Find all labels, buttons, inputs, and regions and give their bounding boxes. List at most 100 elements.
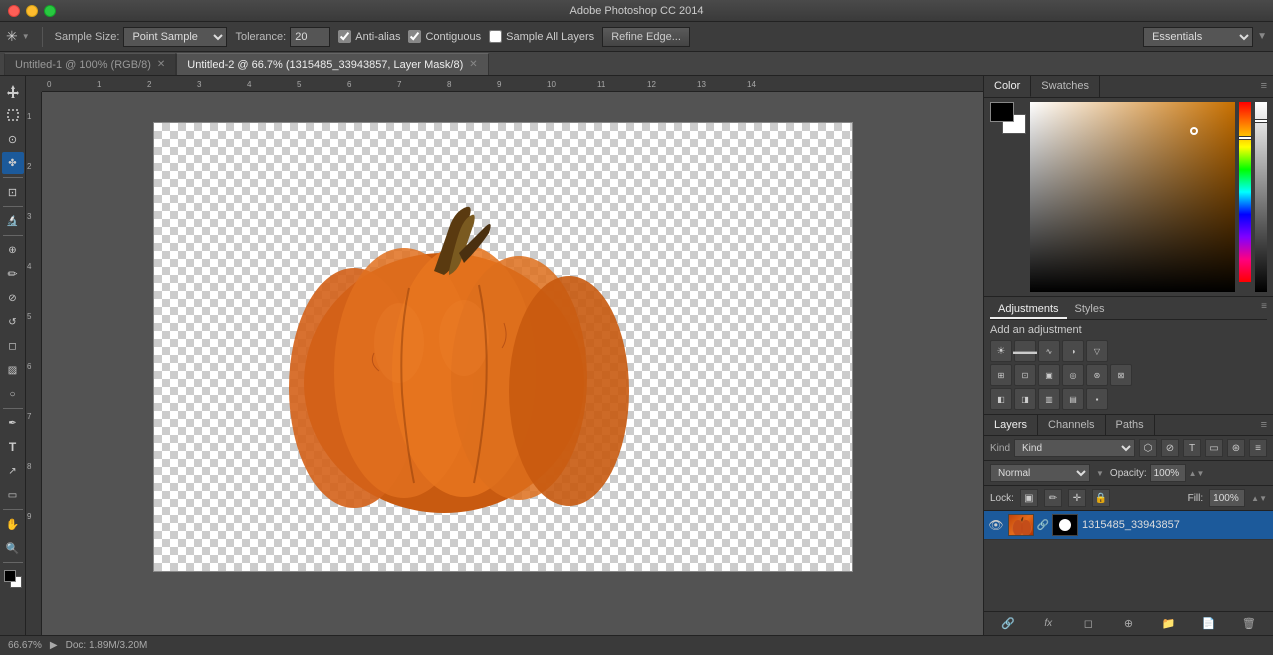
alpha-cursor <box>1254 119 1268 123</box>
eyedropper-tool[interactable]: 🔬 <box>2 210 24 232</box>
tab-close-2[interactable]: ✕ <box>469 59 477 70</box>
layers-filter-smart[interactable]: ⊛ <box>1227 439 1245 457</box>
sample-all-layers-checkbox[interactable] <box>489 30 502 43</box>
path-select-tool[interactable]: ↗ <box>2 460 24 482</box>
adj-brightness[interactable]: ☀ <box>990 340 1012 362</box>
fill-input[interactable] <box>1209 489 1245 507</box>
shape-tool[interactable]: ▭ <box>2 484 24 506</box>
hand-tool[interactable]: ✋ <box>2 513 24 535</box>
tab-layers[interactable]: Layers <box>984 415 1038 435</box>
tab-channels[interactable]: Channels <box>1038 415 1105 435</box>
anti-alias-checkbox[interactable] <box>338 30 351 43</box>
adj-color-balance[interactable]: ⊡ <box>1014 364 1036 386</box>
layers-mask-btn[interactable]: ◻ <box>1078 615 1098 633</box>
hue-slider[interactable] <box>1239 102 1251 282</box>
magic-wand-icon[interactable]: ✳ <box>6 28 18 45</box>
history-brush-tool[interactable]: ↺ <box>2 311 24 333</box>
healing-tool[interactable]: ⊕ <box>2 239 24 261</box>
layers-adjustment-btn[interactable]: ⊕ <box>1118 615 1138 633</box>
eraser-tool[interactable]: ◻ <box>2 335 24 357</box>
layers-trash-btn[interactable]: 🗑 <box>1239 615 1259 633</box>
fg-bg-color-swatch[interactable] <box>2 568 24 590</box>
pen-tool[interactable]: ✒ <box>2 412 24 434</box>
color-panel-collapse[interactable]: ≡ <box>1255 76 1273 97</box>
fg-bg-swatch[interactable] <box>990 102 1026 134</box>
workspace-select[interactable]: Essentials Photography <box>1143 27 1253 47</box>
text-tool[interactable]: T <box>2 436 24 458</box>
ruler-h-5: 5 <box>297 80 301 89</box>
lock-image-btn[interactable]: ✏ <box>1044 489 1062 507</box>
adj-photo-filter[interactable]: ◎ <box>1062 364 1084 386</box>
tab-untitled2[interactable]: Untitled-2 @ 66.7% (1315485_33943857, La… <box>176 53 488 75</box>
tolerance-input[interactable] <box>290 27 330 47</box>
layers-filter-pixel[interactable]: ⬡ <box>1139 439 1157 457</box>
clone-tool[interactable]: ⊘ <box>2 287 24 309</box>
opacity-input[interactable] <box>1150 464 1186 482</box>
layers-filter-adjust[interactable]: ⊘ <box>1161 439 1179 457</box>
color-gradient-picker[interactable] <box>1030 102 1235 292</box>
refine-edge-button[interactable]: Refine Edge... <box>602 27 690 47</box>
opacity-stepper[interactable]: ▲▼ <box>1189 469 1205 478</box>
lock-transparent-btn[interactable]: ▣ <box>1020 489 1038 507</box>
sample-all-layers-group: Sample All Layers <box>489 30 594 43</box>
adj-posterize[interactable]: ◨ <box>1014 388 1036 410</box>
adj-invert[interactable]: ◧ <box>990 388 1012 410</box>
layers-filter-shape[interactable]: ▭ <box>1205 439 1223 457</box>
layer-visibility-0[interactable]: 👁 <box>988 517 1004 533</box>
adjustments-panel-collapse[interactable]: ≡ <box>1261 301 1267 319</box>
zoom-tool[interactable]: 🔍 <box>2 537 24 559</box>
tab-untitled1[interactable]: Untitled-1 @ 100% (RGB/8) ✕ <box>4 53 176 75</box>
tab-adjustments[interactable]: Adjustments <box>990 301 1067 319</box>
adj-bw[interactable]: ▣ <box>1038 364 1060 386</box>
adj-gradient-map[interactable]: ▤ <box>1062 388 1084 410</box>
adj-vibrance[interactable]: ▽ <box>1086 340 1108 362</box>
contiguous-checkbox[interactable] <box>408 30 421 43</box>
layers-new-btn[interactable]: 📄 <box>1199 615 1219 633</box>
foreground-color-swatch[interactable] <box>990 102 1014 122</box>
adjustments-panel: Adjustments Styles ≡ Add an adjustment ☀… <box>984 296 1273 414</box>
layers-filter-type[interactable]: T <box>1183 439 1201 457</box>
workspace-arrow: ▼ <box>1257 31 1267 42</box>
adj-levels[interactable]: ▬▬▬ <box>1014 340 1036 362</box>
tab-paths[interactable]: Paths <box>1106 415 1155 435</box>
lock-position-btn[interactable]: ✛ <box>1068 489 1086 507</box>
tab-close-1[interactable]: ✕ <box>157 59 165 70</box>
adj-hsl[interactable]: ⊞ <box>990 364 1012 386</box>
gradient-tool[interactable]: ▨ <box>2 359 24 381</box>
tab-swatches[interactable]: Swatches <box>1031 76 1100 97</box>
crop-tool[interactable]: ⊡ <box>2 181 24 203</box>
dodge-tool[interactable]: ○ <box>2 383 24 405</box>
layers-panel-collapse[interactable]: ≡ <box>1255 415 1273 435</box>
maximize-button[interactable] <box>44 5 56 17</box>
layer-item-0[interactable]: 👁 🔗 1315485_33943857 <box>984 511 1273 540</box>
blend-mode-select[interactable]: Normal Multiply Screen <box>990 464 1090 482</box>
fill-stepper[interactable]: ▲▼ <box>1251 494 1267 503</box>
tab-color[interactable]: Color <box>984 76 1031 97</box>
layers-filter-toggle[interactable]: ≡ <box>1249 439 1267 457</box>
layers-link-btn[interactable]: 🔗 <box>998 615 1018 633</box>
zoom-arrow[interactable]: ▶ <box>50 640 58 651</box>
adj-channel-mixer[interactable]: ⊛ <box>1086 364 1108 386</box>
tool-sep4 <box>3 408 23 409</box>
adj-threshold[interactable]: ▥ <box>1038 388 1060 410</box>
tab-styles[interactable]: Styles <box>1067 301 1113 319</box>
layers-fx-btn[interactable]: fx <box>1038 615 1058 633</box>
close-button[interactable] <box>8 5 20 17</box>
quick-select-tool[interactable]: ✤ <box>2 152 24 174</box>
brush-tool[interactable]: ✏ <box>2 263 24 285</box>
marquee-tool[interactable] <box>2 104 24 126</box>
adj-curves[interactable]: ∿ <box>1038 340 1060 362</box>
adj-selective-color[interactable]: ▪ <box>1086 388 1108 410</box>
move-tool[interactable] <box>2 80 24 102</box>
adj-color-lookup[interactable]: ⊠ <box>1110 364 1132 386</box>
alpha-slider[interactable] <box>1255 102 1267 292</box>
canvas-background <box>153 122 853 572</box>
fg-color[interactable] <box>4 570 16 582</box>
layers-kind-select[interactable]: Kind <box>1014 439 1135 457</box>
lock-all-btn[interactable]: 🔒 <box>1092 489 1110 507</box>
layers-folder-btn[interactable]: 📁 <box>1159 615 1179 633</box>
sample-size-select[interactable]: Point Sample 3 by 3 Average <box>123 27 227 47</box>
lasso-tool[interactable]: ⊙ <box>2 128 24 150</box>
adj-exposure[interactable]: ◑ <box>1062 340 1084 362</box>
minimize-button[interactable] <box>26 5 38 17</box>
